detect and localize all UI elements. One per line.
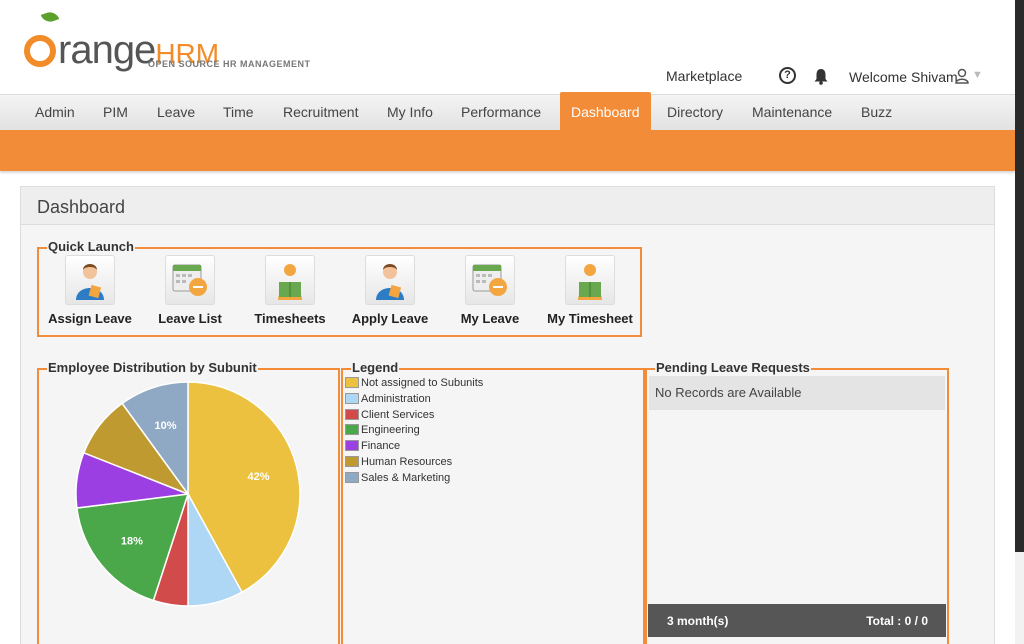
- menu-dashboard[interactable]: Dashboard: [560, 92, 651, 130]
- legend-item: Sales & Marketing: [345, 471, 483, 487]
- legend-swatch: [345, 408, 359, 420]
- legend-swatch: [345, 455, 359, 467]
- quick-launch-label: Assign Leave: [48, 311, 132, 326]
- menu-recruitment[interactable]: Recruitment: [272, 95, 369, 131]
- panel-header: Dashboard: [21, 187, 994, 225]
- menu-time[interactable]: Time: [212, 95, 265, 131]
- bell-icon[interactable]: [813, 68, 829, 85]
- quick-launch-my-leave[interactable]: My Leave: [440, 255, 540, 326]
- calendar-list-icon: [165, 255, 215, 305]
- user-icon[interactable]: [955, 68, 969, 84]
- quick-launch-timesheets[interactable]: Timesheets: [240, 255, 340, 326]
- user-assign-icon: [65, 255, 115, 305]
- marketplace-link[interactable]: Marketplace: [666, 68, 742, 84]
- calendar-leave-icon: [465, 255, 515, 305]
- user-apply-icon: [365, 255, 415, 305]
- quick-launch-label: Leave List: [158, 311, 222, 326]
- legend-label: Administration: [361, 392, 431, 405]
- quick-launch-label: Apply Leave: [351, 311, 429, 326]
- legend-label: Finance: [361, 440, 401, 453]
- legend-swatch: [345, 424, 359, 436]
- legend-label: Not assigned to Subunits: [361, 377, 484, 389]
- menu-buzz[interactable]: Buzz: [850, 95, 903, 131]
- my-timesheet-icon: [565, 255, 615, 305]
- quick-launch-apply-leave[interactable]: Apply Leave: [340, 255, 440, 326]
- pending-title: Pending Leave Requests: [655, 360, 811, 376]
- quick-launch-my-timesheet[interactable]: My Timesheet: [540, 255, 640, 326]
- legend-item: Not assigned to Subunits: [345, 376, 483, 392]
- main-menu: Admin PIM Leave Time Recruitment My Info…: [0, 92, 1015, 131]
- page: rangeHRM OPEN SOURCE HR MANAGEMENT Marke…: [0, 0, 1024, 644]
- scrollbar-thumb[interactable]: [1015, 0, 1024, 552]
- pending-leave-box: Pending Leave Requests No Records are Av…: [645, 360, 949, 644]
- menu-my-info[interactable]: My Info: [376, 95, 444, 131]
- pie-chart[interactable]: 42% 18% 10%: [39, 370, 338, 644]
- leaf-icon: [40, 9, 60, 25]
- legend-item: Finance: [345, 439, 483, 455]
- quick-launch-label: My Timesheet: [547, 311, 633, 326]
- legend-label: Human Resources: [361, 455, 453, 468]
- legend-swatch: [345, 471, 359, 483]
- pie-slice-label: 10%: [154, 420, 176, 432]
- menu-directory[interactable]: Directory: [656, 95, 734, 131]
- scrollbar-track[interactable]: [1015, 552, 1024, 644]
- page-title: Dashboard: [37, 197, 126, 217]
- pie-slice-label: 18%: [121, 535, 143, 547]
- quick-launch-label: My Leave: [460, 311, 520, 326]
- employee-distribution-box: Employee Distribution by Subunit 42% 18% 1…: [37, 360, 340, 644]
- logo-o-icon: [24, 35, 56, 67]
- menu-leave[interactable]: Leave: [146, 95, 206, 131]
- legend-swatch: [345, 377, 359, 388]
- legend-title: Legend: [351, 360, 400, 376]
- pending-total: Total : 0 / 0: [866, 614, 928, 628]
- menu-performance[interactable]: Performance: [450, 95, 552, 131]
- legend-item: Engineering: [345, 423, 483, 439]
- menu-admin[interactable]: Admin: [24, 95, 86, 131]
- menu-pim[interactable]: PIM: [92, 95, 139, 131]
- menu-maintenance[interactable]: Maintenance: [741, 95, 843, 131]
- quick-launch-leave-list[interactable]: Leave List: [140, 255, 240, 326]
- pending-footer: 3 month(s) Total : 0 / 0: [648, 604, 946, 637]
- timesheets-icon: [265, 255, 315, 305]
- help-icon[interactable]: ?: [779, 67, 796, 84]
- legend-label: Client Services: [361, 408, 435, 421]
- legend-box: Legend Not assigned to Subunits Administr…: [341, 360, 645, 644]
- legend-label: Sales & Marketing: [361, 471, 451, 484]
- legend-item: Client Services: [345, 408, 483, 424]
- top-links: Marketplace ? Welcome Shivam ▼: [0, 66, 1015, 86]
- quick-launch-label: Timesheets: [254, 311, 326, 326]
- quick-launch-assign-leave[interactable]: Assign Leave: [40, 255, 140, 326]
- legend-list: Not assigned to Subunits Administration Cl…: [345, 376, 483, 487]
- legend-item: Human Resources: [345, 455, 483, 471]
- pending-period: 3 month(s): [667, 614, 729, 628]
- pie-slice-label: 42%: [247, 471, 269, 483]
- submenu-bar: [0, 130, 1015, 171]
- legend-item: Administration: [345, 392, 483, 408]
- welcome-user[interactable]: Welcome Shivam: [849, 69, 958, 85]
- no-records-message: No Records are Available: [649, 376, 945, 410]
- legend-swatch: [345, 392, 359, 404]
- quick-launch-title: Quick Launch: [47, 239, 135, 255]
- legend-swatch: [345, 440, 359, 452]
- legend-label: Engineering: [361, 424, 420, 437]
- quick-launch-box: Quick Launch Assign Leave Leave List Tim…: [37, 239, 642, 337]
- dashboard-panel: Dashboard Quick Launch Assign Leave Leav…: [20, 186, 995, 644]
- chevron-down-icon[interactable]: ▼: [972, 69, 983, 81]
